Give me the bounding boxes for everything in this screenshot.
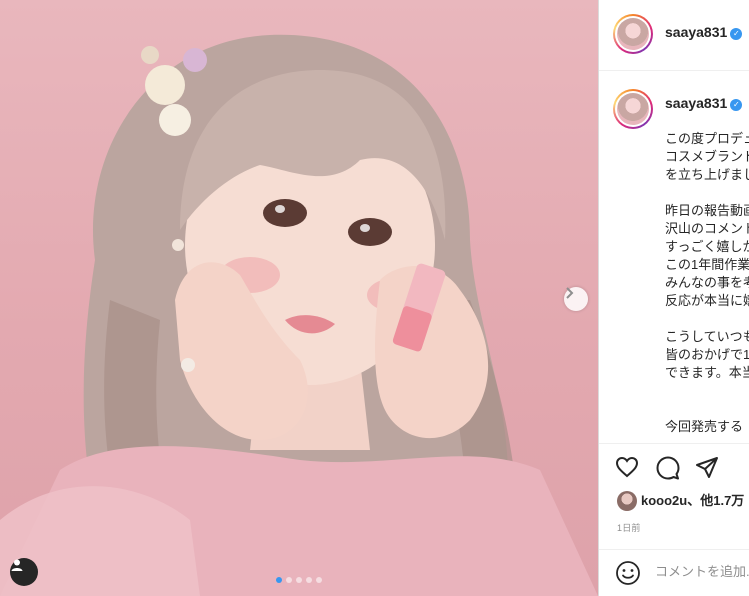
caption-line (665, 184, 749, 202)
caption-username-text: saaya831 (665, 95, 728, 111)
caption-line: 皆のおかげで1 (665, 347, 749, 362)
caption-line: 昨日の報告動画 (665, 203, 749, 218)
caption-line: すっごく嬉しか (665, 239, 749, 254)
caption-line: みんなの事を考 (665, 275, 749, 290)
carousel-next-button[interactable] (564, 287, 588, 311)
caption-line (665, 400, 749, 418)
carousel-dot (276, 577, 282, 583)
caption-avatar[interactable] (613, 89, 653, 129)
liker-avatar (617, 491, 637, 511)
caption-line: を立ち上げました (665, 167, 749, 182)
header-username[interactable]: saaya831 ✓ (665, 24, 743, 40)
caption-line: この1年間作業 (665, 257, 749, 272)
post-header: saaya831 ✓ (599, 0, 749, 71)
caption-line (665, 310, 749, 328)
post-timestamp[interactable]: 1日前 (617, 521, 641, 534)
user-tag-icon (11, 559, 23, 571)
likes-summary[interactable]: kooo2u、他1.7万 (617, 490, 744, 511)
user-tag-button[interactable] (10, 558, 38, 586)
comment-input[interactable] (655, 564, 749, 579)
carousel-dot (286, 577, 292, 583)
carousel-dot (296, 577, 302, 583)
post-side-panel: saaya831✓ saaya831✓ この度プロデュースコスメブランドをを立ち… (598, 0, 749, 596)
post-media[interactable] (0, 0, 598, 596)
username-text: saaya831 (665, 24, 728, 40)
verified-badge-icon: ✓ (730, 28, 743, 40)
paper-plane-icon[interactable] (695, 456, 719, 480)
caption-line: 今回発売する (665, 419, 744, 434)
avatar[interactable] (613, 14, 653, 54)
caption-line: こうしていつも (665, 329, 749, 344)
caption-line: できます。本当 (665, 365, 749, 380)
post-photo (0, 34, 598, 596)
caption-username[interactable]: saaya831 ✓ (665, 95, 743, 111)
likes-text: kooo2u、他1.7万 (641, 493, 745, 508)
carousel-dot (306, 577, 312, 583)
comment-bubble-icon[interactable] (656, 456, 680, 480)
smiley-icon[interactable] (615, 560, 641, 586)
caption-line: 沢山のコメント (665, 221, 749, 236)
carousel-dot (316, 577, 322, 583)
caption-line (665, 382, 749, 400)
comment-composer (599, 549, 749, 596)
verified-badge-icon: ✓ (730, 99, 743, 111)
caption-line: この度プロデュース (665, 131, 749, 146)
post-caption: この度プロデュースコスメブランドをを立ち上げました昨日の報告動画沢山のコメントす… (665, 130, 749, 436)
caption-line: コスメブランドを (665, 149, 749, 164)
chevron-right-icon (566, 287, 574, 299)
caption-line: 反応が本当に嬉 (665, 293, 749, 308)
heart-icon[interactable] (615, 456, 639, 478)
carousel-indicator (276, 577, 322, 583)
